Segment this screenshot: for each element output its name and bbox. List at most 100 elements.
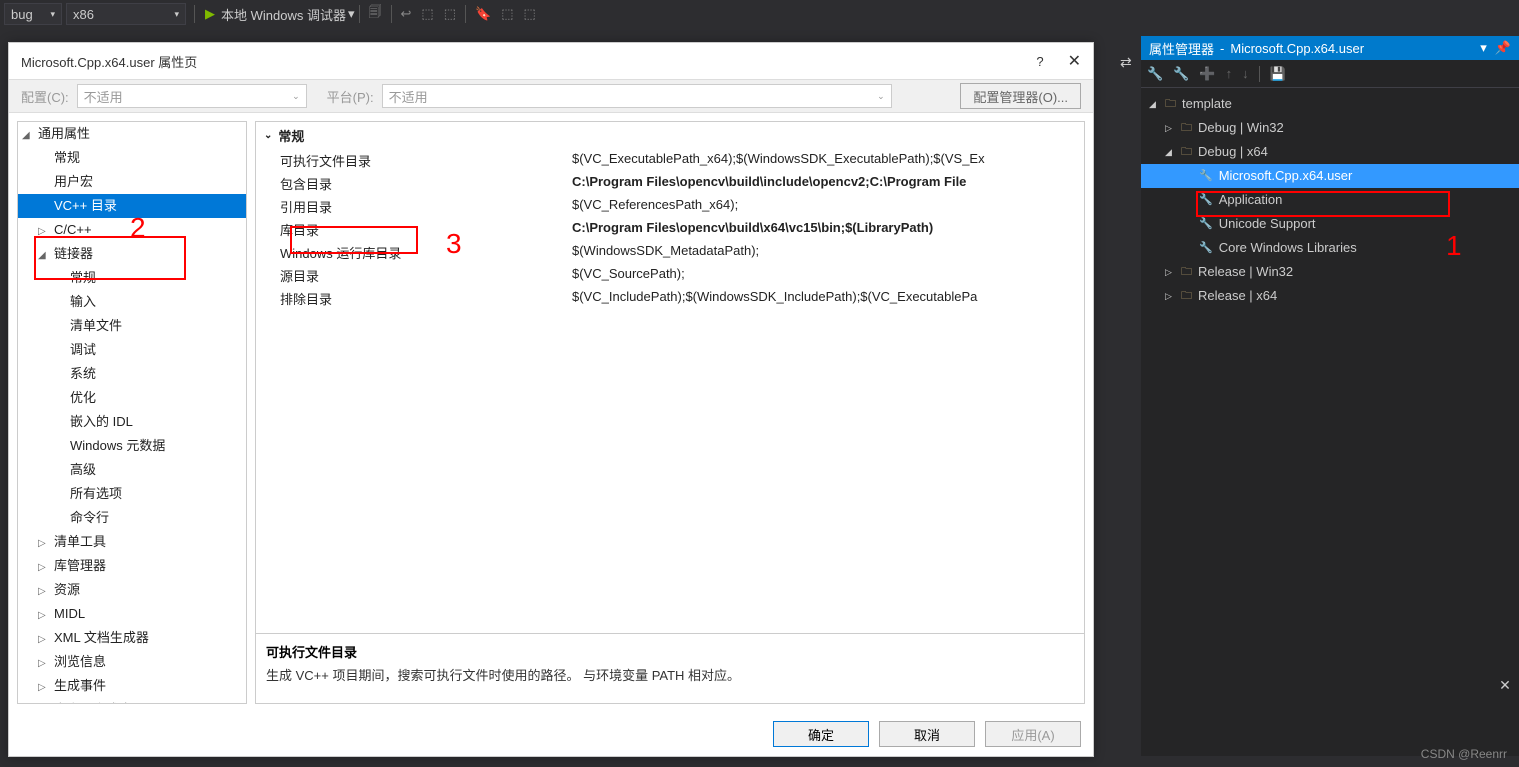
property-name: 引用目录 [256, 195, 566, 218]
tree-item[interactable]: ▷资源 [18, 578, 246, 602]
tree-item[interactable]: Windows 元数据 [18, 434, 246, 458]
property-value[interactable]: $(WindowsSDK_MetadataPath); [566, 241, 1084, 264]
toolbar-icon-6[interactable]: ⬚ [501, 6, 513, 22]
tree-root[interactable]: ◢通用属性 [18, 122, 246, 146]
up-icon[interactable]: ↑ [1226, 66, 1233, 81]
apply-button[interactable]: 应用(A) [985, 721, 1081, 747]
platform-select[interactable]: 不适用⌄ [382, 84, 892, 108]
property-row[interactable]: 库目录C:\Program Files\opencv\build\x64\vc1… [256, 218, 1084, 241]
tree-item[interactable]: 命令行 [18, 506, 246, 530]
cancel-button[interactable]: 取消 [879, 721, 975, 747]
panel-tree-item[interactable]: 🔧Application [1141, 188, 1519, 212]
tree-item[interactable]: 高级 [18, 458, 246, 482]
property-value[interactable]: $(VC_IncludePath);$(WindowsSDK_IncludePa… [566, 287, 1084, 310]
property-row[interactable]: 可执行文件目录$(VC_ExecutablePath_x64);$(Window… [256, 149, 1084, 172]
tree-item[interactable]: 嵌入的 IDL [18, 410, 246, 434]
tree-item[interactable]: ▷XML 文档生成器 [18, 626, 246, 650]
tree-item[interactable]: 常规 [18, 146, 246, 170]
tree-item[interactable]: 系统 [18, 362, 246, 386]
grid-header[interactable]: ⌄常规 [256, 122, 1084, 149]
property-manager-panel: 属性管理器 - Microsoft.Cpp.x64.user ▾ 📌 🔧 🔧 ➕… [1141, 36, 1519, 756]
panel-toolbar: 🔧 🔧 ➕ ↑ ↓ 💾 [1141, 60, 1519, 88]
panel-tree-item[interactable]: ▷🗀Release | x64 [1141, 284, 1519, 308]
tree-item[interactable]: 输入 [18, 290, 246, 314]
bottom-close-icon[interactable]: ✕ [1495, 675, 1515, 695]
tree-item[interactable]: 用户宏 [18, 170, 246, 194]
tree-item[interactable]: ▷自定义生成步骤 [18, 698, 246, 704]
property-row[interactable]: 包含目录C:\Program Files\opencv\build\includ… [256, 172, 1084, 195]
debugger-label[interactable]: 本地 Windows 调试器 [221, 5, 346, 24]
wrench-add-icon[interactable]: 🔧 [1173, 66, 1189, 82]
property-grid[interactable]: ⌄常规 可执行文件目录$(VC_ExecutablePath_x64);$(Wi… [256, 122, 1084, 633]
dialog-title-text: Microsoft.Cpp.x64.user 属性页 [21, 52, 197, 71]
platform-combo[interactable]: x86▾ [66, 3, 186, 25]
tree-item[interactable]: ▷生成事件 [18, 674, 246, 698]
property-value[interactable]: $(VC_ReferencesPath_x64); [566, 195, 1084, 218]
folder-icon: 🗀 [1181, 142, 1192, 162]
panel-tree-item[interactable]: 🔧Microsoft.Cpp.x64.user [1141, 164, 1519, 188]
down-icon[interactable]: ↓ [1242, 66, 1249, 81]
property-pages-dialog: Microsoft.Cpp.x64.user 属性页 ? ✕ 配置(C): 不适… [8, 42, 1094, 757]
ok-button[interactable]: 确定 [773, 721, 869, 747]
watermark: CSDN @Reenrr [1421, 747, 1507, 761]
panel-subtitle: Microsoft.Cpp.x64.user [1230, 41, 1364, 56]
play-icon[interactable]: ▶ [205, 6, 215, 22]
panel-tree-item[interactable]: ▷🗀Release | Win32 [1141, 260, 1519, 284]
panel-title: 属性管理器 [1149, 39, 1214, 58]
property-tree[interactable]: ◢通用属性 常规用户宏VC++ 目录▷C/C++◢链接器常规输入清单文件调试系统… [17, 121, 247, 704]
tree-item[interactable]: ▷浏览信息 [18, 650, 246, 674]
toolbar-icon-5[interactable]: 🔖 [475, 6, 491, 22]
property-grid-pane: ⌄常规 可执行文件目录$(VC_ExecutablePath_x64);$(Wi… [255, 121, 1085, 704]
property-value[interactable]: C:\Program Files\opencv\build\x64\vc15\b… [566, 218, 1084, 241]
tree-item[interactable]: 所有选项 [18, 482, 246, 506]
toolbar-icon-2[interactable]: ↩ [401, 6, 412, 22]
close-icon[interactable]: ✕ [1068, 51, 1081, 71]
tree-item[interactable]: 调试 [18, 338, 246, 362]
toolbar-icon-4[interactable]: ⬚ [444, 6, 456, 22]
property-row[interactable]: 排除目录$(VC_IncludePath);$(WindowsSDK_Inclu… [256, 287, 1084, 310]
property-row[interactable]: 引用目录$(VC_ReferencesPath_x64); [256, 195, 1084, 218]
expand-arrows-icon[interactable]: ⇄ [1120, 54, 1132, 71]
tree-item[interactable]: 常规 [18, 266, 246, 290]
description-box: 可执行文件目录 生成 VC++ 项目期间，搜索可执行文件时使用的路径。 与环境变… [256, 633, 1084, 703]
tree-item[interactable]: ▷库管理器 [18, 554, 246, 578]
config-combo[interactable]: bug▾ [4, 3, 62, 25]
panel-tree-item[interactable]: ◢🗀template [1141, 92, 1519, 116]
tree-item[interactable]: VC++ 目录 [18, 194, 246, 218]
toolbar-icon-1[interactable]: 🗐 [369, 3, 382, 25]
tree-item[interactable]: ▷C/C++ [18, 218, 246, 242]
panel-tree-item[interactable]: ▷🗀Debug | Win32 [1141, 116, 1519, 140]
desc-title: 可执行文件目录 [266, 642, 1074, 661]
panel-dropdown-icon[interactable]: ▾ [1480, 40, 1487, 56]
pin-icon[interactable]: 📌 [1495, 40, 1511, 56]
panel-tree-item[interactable]: 🔧Core Windows Libraries [1141, 236, 1519, 260]
help-icon[interactable]: ? [1036, 54, 1043, 69]
add-icon[interactable]: ➕ [1199, 66, 1215, 82]
property-row[interactable]: 源目录$(VC_SourcePath); [256, 264, 1084, 287]
config-label: 配置(C): [21, 87, 69, 106]
tree-item[interactable]: ▷MIDL [18, 602, 246, 626]
wrench-icon: 🔧 [1199, 238, 1213, 258]
wrench-icon: 🔧 [1199, 190, 1213, 210]
config-select[interactable]: 不适用⌄ [77, 84, 307, 108]
tree-item[interactable]: 优化 [18, 386, 246, 410]
panel-tree[interactable]: ◢🗀template▷🗀Debug | Win32◢🗀Debug | x64🔧M… [1141, 88, 1519, 756]
property-row[interactable]: Windows 运行库目录$(WindowsSDK_MetadataPath); [256, 241, 1084, 264]
toolbar-icon-7[interactable]: ⬚ [523, 6, 535, 22]
property-value[interactable]: $(VC_SourcePath); [566, 264, 1084, 287]
tree-item[interactable]: ▷清单工具 [18, 530, 246, 554]
wrench-icon: 🔧 [1199, 214, 1213, 234]
tree-item[interactable]: ◢链接器 [18, 242, 246, 266]
property-value[interactable]: C:\Program Files\opencv\build\include\op… [566, 172, 1084, 195]
panel-tree-item[interactable]: 🔧Unicode Support [1141, 212, 1519, 236]
wrench-icon[interactable]: 🔧 [1147, 66, 1163, 82]
panel-tree-item[interactable]: ◢🗀Debug | x64 [1141, 140, 1519, 164]
toolbar-icon-3[interactable]: ⬚ [421, 6, 433, 22]
tree-item[interactable]: 清单文件 [18, 314, 246, 338]
property-value[interactable]: $(VC_ExecutablePath_x64);$(WindowsSDK_Ex… [566, 149, 1084, 172]
desc-text: 生成 VC++ 项目期间，搜索可执行文件时使用的路径。 与环境变量 PATH 相… [266, 665, 1074, 684]
folder-icon: 🗀 [1181, 118, 1192, 138]
config-manager-button[interactable]: 配置管理器(O)... [960, 83, 1081, 109]
save-icon[interactable]: 💾 [1270, 66, 1286, 82]
folder-icon: 🗀 [1165, 94, 1176, 114]
